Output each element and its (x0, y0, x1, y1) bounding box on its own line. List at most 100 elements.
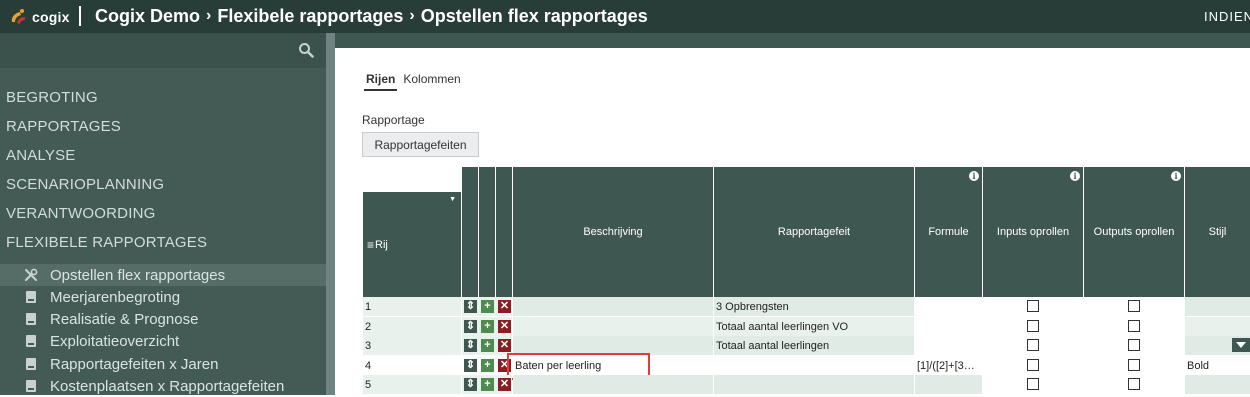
move-icon[interactable]: ⇕ (464, 339, 477, 352)
delete-icon[interactable]: ✕ (498, 300, 511, 313)
add-icon[interactable]: + (481, 378, 494, 391)
column-header-formule[interactable]: Formule i (915, 167, 982, 297)
add-icon[interactable]: + (481, 339, 494, 352)
top-bar: cogix Cogix Demo › Flexibele rapportages… (0, 0, 1250, 33)
stijl-dropdown-button[interactable] (1232, 338, 1250, 352)
nav-item-verantwoording[interactable]: VERANTWOORDING (6, 205, 155, 222)
cell-beschrijving[interactable] (513, 317, 713, 336)
cell-formule[interactable] (915, 375, 982, 394)
inputs-oprollen-checkbox[interactable] (1027, 359, 1039, 371)
cogix-logo-icon (8, 8, 28, 26)
add-icon[interactable]: + (481, 300, 494, 313)
cell-formule[interactable] (915, 336, 982, 355)
table-row[interactable]: 5 ⇕ + ✕ (363, 375, 1250, 394)
move-icon[interactable]: ⇕ (464, 320, 477, 333)
sidebar-scrollbar[interactable] (326, 33, 335, 395)
cell-rapportagefeit[interactable]: 3 Opbrengsten (714, 297, 914, 316)
table-row[interactable]: 3 ⇕ + ✕ Totaal aantal leerlingen (363, 336, 1250, 355)
cell-rij[interactable]: 5 (363, 375, 461, 394)
breadcrumb-item-section[interactable]: Flexibele rapportages (217, 6, 403, 27)
sidebar-search[interactable] (0, 33, 326, 68)
cell-rij[interactable]: 4 (363, 356, 461, 375)
sidebar-item-kostenplaatsen-x-rapportagefeiten[interactable]: Kostenplaatsen x Rapportagefeiten (0, 375, 326, 397)
sidebar-item-exploitatieoverzicht[interactable]: Exploitatieoverzicht (0, 330, 326, 352)
cell-beschrijving[interactable] (513, 297, 713, 316)
sidebar-item-label: Meerjarenbegroting (50, 288, 181, 306)
cell-rapportagefeit[interactable]: Totaal aantal leerlingen (714, 336, 914, 355)
column-header-rij[interactable]: ≡ Rij ▼ (363, 192, 461, 297)
cell-stijl[interactable] (1185, 317, 1250, 336)
move-icon[interactable]: ⇕ (464, 378, 477, 391)
nav-item-begroting[interactable]: BEGROTING (6, 89, 98, 106)
content-header (335, 33, 1250, 48)
info-icon[interactable]: i (1171, 171, 1181, 181)
add-icon[interactable]: + (481, 320, 494, 333)
cell-rapportagefeit[interactable]: Totaal aantal leerlingen VO (714, 317, 914, 336)
column-header-beschrijving[interactable]: Beschrijving (513, 167, 713, 297)
cell-formule[interactable] (915, 297, 982, 316)
outputs-oprollen-checkbox[interactable] (1128, 378, 1140, 390)
sidebar-item-opstellen-flex-rapportages[interactable]: Opstellen flex rapportages (0, 264, 326, 286)
sort-caret-icon[interactable]: ▼ (449, 196, 456, 203)
inputs-oprollen-checkbox[interactable] (1027, 300, 1039, 312)
info-icon[interactable]: i (1070, 171, 1080, 181)
sidebar-item-rapportagefeiten-x-jaren[interactable]: Rapportagefeiten x Jaren (0, 353, 326, 375)
outputs-oprollen-checkbox[interactable] (1128, 300, 1140, 312)
cell-rij[interactable]: 2 (363, 317, 461, 336)
delete-icon[interactable]: ✕ (498, 320, 511, 333)
chevron-right-icon: › (409, 7, 415, 24)
rapportagefeiten-button[interactable]: Rapportagefeiten (362, 132, 479, 157)
delete-icon[interactable]: ✕ (498, 339, 511, 352)
nav-item-rapportages[interactable]: RAPPORTAGES (6, 118, 121, 135)
search-icon[interactable] (298, 42, 314, 58)
info-icon[interactable]: i (969, 171, 979, 181)
tab-bar: Rijen Kolommen (364, 71, 467, 91)
column-header-inputs-oprollen[interactable]: Inputs oprollen i (983, 167, 1083, 297)
cell-rij[interactable]: 1 (363, 297, 461, 316)
cell-stijl[interactable] (1185, 375, 1250, 394)
column-header-add (479, 167, 495, 297)
table-row[interactable]: 2 ⇕ + ✕ Totaal aantal leerlingen VO (363, 317, 1250, 336)
column-header-rapportagefeit[interactable]: Rapportagefeit (714, 167, 914, 297)
inputs-oprollen-checkbox[interactable] (1027, 320, 1039, 332)
cell-beschrijving[interactable] (513, 375, 713, 394)
table-row[interactable]: 4 ⇕ + ✕ Baten per leerling [1]/([2]+[3… … (363, 356, 1250, 375)
nav-item-flexibele-rapportages[interactable]: FLEXIBELE RAPPORTAGES (6, 234, 207, 251)
nav-item-scenarioplanning[interactable]: SCENARIOPLANNING (6, 176, 164, 193)
cell-formule[interactable] (915, 317, 982, 336)
column-header-move (462, 167, 478, 297)
sidebar-item-label: Kostenplaatsen x Rapportagefeiten (50, 377, 285, 395)
add-icon[interactable]: + (481, 359, 494, 372)
tab-kolommen[interactable]: Kolommen (401, 71, 462, 91)
table-row[interactable]: 1 ⇕ + ✕ 3 Opbrengsten (363, 297, 1250, 316)
rapportage-label: Rapportage (362, 113, 425, 127)
document-icon (24, 290, 38, 304)
outputs-oprollen-checkbox[interactable] (1128, 359, 1140, 371)
tab-rijen[interactable]: Rijen (364, 71, 398, 91)
nav-item-analyse[interactable]: ANALYSE (6, 147, 76, 164)
sidebar-item-label: Rapportagefeiten x Jaren (50, 355, 219, 373)
breadcrumb: Cogix Demo › Flexibele rapportages › Ops… (95, 5, 648, 27)
inputs-oprollen-checkbox[interactable] (1027, 378, 1039, 390)
outputs-oprollen-checkbox[interactable] (1128, 339, 1140, 351)
chevron-right-icon: › (206, 7, 212, 24)
logo[interactable]: cogix (8, 8, 70, 26)
cell-formule[interactable]: [1]/([2]+[3… (915, 356, 982, 375)
move-icon[interactable]: ⇕ (464, 300, 477, 313)
cell-rapportagefeit[interactable] (714, 375, 914, 394)
submit-button[interactable]: INDIENEN (1204, 9, 1250, 24)
sidebar-item-meerjarenbegroting[interactable]: Meerjarenbegroting (0, 286, 326, 308)
move-icon[interactable]: ⇕ (464, 359, 477, 372)
delete-icon[interactable]: ✕ (498, 378, 511, 391)
cell-stijl[interactable]: Bold (1185, 356, 1250, 375)
cell-rij[interactable]: 3 (363, 336, 461, 355)
breadcrumb-item-root[interactable]: Cogix Demo (95, 6, 200, 27)
outputs-oprollen-checkbox[interactable] (1128, 320, 1140, 332)
cell-rapportagefeit[interactable] (714, 356, 914, 375)
sidebar-item-label: Exploitatieoverzicht (50, 332, 180, 350)
column-header-stijl[interactable]: Stijl (1185, 167, 1250, 297)
sidebar-item-realisatie-prognose[interactable]: Realisatie & Prognose (0, 308, 326, 330)
cell-stijl[interactable] (1185, 297, 1250, 316)
column-header-outputs-oprollen[interactable]: Outputs oprollen i (1084, 167, 1184, 297)
inputs-oprollen-checkbox[interactable] (1027, 339, 1039, 351)
